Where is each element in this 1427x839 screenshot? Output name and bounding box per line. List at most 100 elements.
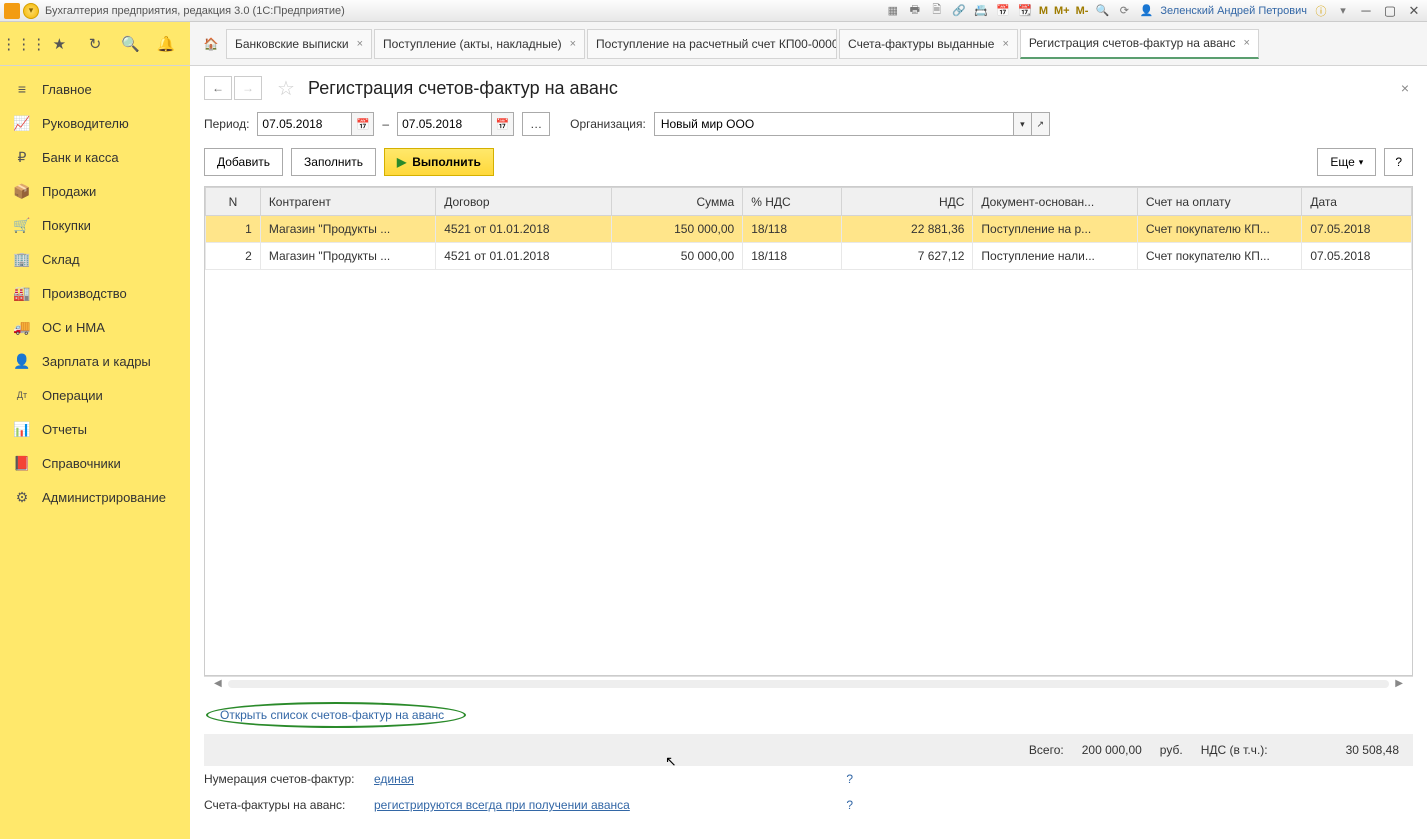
sidebar-item-admin[interactable]: ⚙Администрирование [0,480,190,514]
sidebar-label: Производство [42,286,127,301]
add-button[interactable]: Добавить [204,148,283,176]
apps-icon[interactable]: ⋮⋮⋮ [13,33,35,55]
table-row[interactable]: 2Магазин "Продукты ...4521 от 01.01.2018… [206,243,1412,270]
content: ← → ☆ Регистрация счетов-фактур на аванс… [190,66,1427,839]
cal2-icon[interactable]: 📆 [1017,3,1033,19]
refresh-icon[interactable]: ⟳ [1116,3,1132,19]
date-from-input[interactable] [257,112,352,136]
horizontal-scrollbar[interactable]: ◀ ▶ [204,676,1413,690]
user-icon: 👤 [1138,3,1154,19]
advance-link[interactable]: регистрируются всегда при получении аван… [374,798,630,812]
sidebar-item-assets[interactable]: 🚚ОС и НМА [0,310,190,344]
tab-label: Банковские выписки [235,37,349,51]
tab-invoices[interactable]: Счета-фактуры выданные× [839,29,1018,59]
close-icon[interactable]: × [1002,38,1008,50]
search-icon[interactable]: 🔍 [120,33,142,55]
tab-register-advance[interactable]: Регистрация счетов-фактур на аванс× [1020,29,1259,59]
sidebar-item-main[interactable]: ≡Главное [0,72,190,106]
link-icon[interactable]: 🔗 [951,3,967,19]
m-button[interactable]: M [1039,5,1048,17]
tab-label: Поступление (акты, накладные) [383,37,562,51]
col-date[interactable]: Дата [1302,188,1412,216]
cell-n: 1 [206,216,261,243]
filter-bar: Период: 📅 – 📅 … Организация: ▾ ↗ [190,104,1427,144]
calc-icon[interactable]: 📇 [973,3,989,19]
sidebar-item-warehouse[interactable]: 🏢Склад [0,242,190,276]
print-icon[interactable]: 🖶 [907,3,923,19]
back-button[interactable]: ← [204,76,232,100]
tab-receipt-account[interactable]: Поступление на расчетный счет КП00-00000… [587,29,837,59]
advance-help[interactable]: ? [846,798,853,812]
date-to-input[interactable] [397,112,492,136]
col-contract[interactable]: Договор [436,188,611,216]
home-button[interactable]: 🏠 [198,31,224,57]
sidebar-item-production[interactable]: 🏭Производство [0,276,190,310]
org-input[interactable] [654,112,1014,136]
dd-icon[interactable]: ▾ [1335,3,1351,19]
close-icon[interactable]: × [357,38,363,50]
col-vatrate[interactable]: % НДС [743,188,842,216]
sidebar-item-manager[interactable]: 📈Руководителю [0,106,190,140]
col-n[interactable]: N [206,188,261,216]
sidebar-item-reports[interactable]: 📊Отчеты [0,412,190,446]
cell-counterparty: Магазин "Продукты ... [260,216,435,243]
execute-button[interactable]: ▶Выполнить [384,148,494,176]
dropdown-circle-icon[interactable]: ▾ [23,3,39,19]
org-open-button[interactable]: ↗ [1032,112,1050,136]
sidebar-label: Администрирование [42,490,166,505]
more-button[interactable]: Еще▾ [1317,148,1376,176]
org-label: Организация: [570,117,646,131]
history-icon[interactable]: ↻ [84,33,106,55]
scroll-left-icon[interactable]: ◀ [214,678,222,689]
scroll-right-icon[interactable]: ▶ [1395,678,1403,689]
m-plus-button[interactable]: M+ [1054,5,1070,17]
numeration-link[interactable]: единая [374,772,414,786]
bell-icon[interactable]: 🔔 [155,33,177,55]
close-page-button[interactable]: × [1397,76,1413,100]
user-name[interactable]: Зеленский Андрей Петрович [1160,5,1307,17]
info-icon[interactable]: ⓘ [1313,3,1329,19]
doc-icon[interactable]: 🗎 [929,3,945,19]
sidebar-item-operations[interactable]: ДтОперации [0,378,190,412]
close-icon[interactable]: × [1243,37,1249,49]
calendar-to-button[interactable]: 📅 [492,112,514,136]
zoom-icon[interactable]: 🔍 [1094,3,1110,19]
close-window-button[interactable]: ✕ [1405,3,1423,19]
calendar-icon[interactable]: 📅 [995,3,1011,19]
numeration-help[interactable]: ? [846,772,853,786]
fill-button[interactable]: Заполнить [291,148,376,176]
col-doc[interactable]: Документ-основан... [973,188,1137,216]
col-counterparty[interactable]: Контрагент [260,188,435,216]
cell-doc: Поступление нали... [973,243,1137,270]
maximize-button[interactable]: ▢ [1381,3,1399,19]
sidebar-item-purchases[interactable]: 🛒Покупки [0,208,190,242]
help-button[interactable]: ? [1384,148,1413,176]
tab-receipts[interactable]: Поступление (акты, накладные) × [374,29,585,59]
grid-icon[interactable]: ▦ [885,3,901,19]
star-icon[interactable]: ★ [48,33,70,55]
col-vat[interactable]: НДС [841,188,973,216]
col-invoice[interactable]: Счет на оплату [1137,188,1301,216]
close-icon[interactable]: × [570,38,576,50]
content-header: ← → ☆ Регистрация счетов-фактур на аванс… [190,66,1427,104]
table-row[interactable]: 1Магазин "Продукты ...4521 от 01.01.2018… [206,216,1412,243]
calendar-from-button[interactable]: 📅 [352,112,374,136]
forward-button[interactable]: → [234,76,262,100]
period-dots-button[interactable]: … [522,112,550,136]
scroll-track[interactable] [228,680,1390,688]
org-dropdown-button[interactable]: ▾ [1014,112,1032,136]
sidebar-item-sales[interactable]: 📦Продажи [0,174,190,208]
cell-date: 07.05.2018 [1302,216,1412,243]
sidebar-item-salary[interactable]: 👤Зарплата и кадры [0,344,190,378]
col-sum[interactable]: Сумма [611,188,743,216]
favorite-button[interactable]: ☆ [274,76,298,100]
data-table[interactable]: N Контрагент Договор Сумма % НДС НДС Док… [205,187,1412,270]
tab-bank-statements[interactable]: Банковские выписки × [226,29,372,59]
m-minus-button[interactable]: M- [1076,5,1089,17]
minimize-button[interactable]: ─ [1357,3,1375,19]
sidebar-label: Справочники [42,456,121,471]
open-list-link[interactable]: Открыть список счетов-фактур на аванс [220,708,444,722]
sidebar-label: Склад [42,252,80,267]
sidebar-item-bank[interactable]: ₽Банк и касса [0,140,190,174]
sidebar-item-catalogs[interactable]: 📕Справочники [0,446,190,480]
